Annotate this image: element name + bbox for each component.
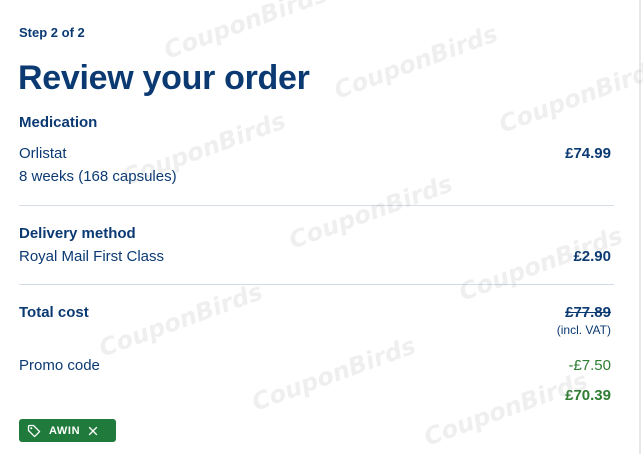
medication-heading: Medication [19, 114, 98, 131]
medication-price: £74.99 [565, 145, 611, 162]
divider [19, 205, 614, 206]
delivery-heading: Delivery method [19, 225, 136, 242]
watermark: CouponBirds [495, 53, 643, 139]
watermark: CouponBirds [285, 169, 457, 255]
step-indicator: Step 2 of 2 [19, 25, 85, 40]
original-total-price: £77.89 [565, 304, 611, 321]
delivery-method: Royal Mail First Class [19, 248, 165, 265]
close-icon[interactable] [88, 426, 98, 436]
vat-note: (incl. VAT) [556, 323, 611, 337]
watermark: CouponBirds [330, 19, 502, 105]
medication-detail: 8 weeks (168 capsules) [19, 168, 177, 185]
tag-icon [27, 424, 41, 438]
final-price: £70.39 [565, 387, 611, 404]
watermark: CouponBirds [95, 277, 267, 363]
page-title: Review your order [18, 59, 310, 97]
promo-discount: -£7.50 [568, 357, 611, 374]
delivery-price: £2.90 [573, 248, 611, 265]
promo-code-chip: AWIN [19, 419, 116, 442]
promo-code-label: Promo code [19, 357, 100, 374]
divider [19, 284, 614, 285]
watermark: CouponBirds [160, 0, 332, 65]
order-review-card: Step 2 of 2 Review your order Medication… [0, 0, 643, 454]
watermark: CouponBirds [420, 366, 592, 452]
promo-code-text: AWIN [49, 424, 81, 437]
medication-name: Orlistat [19, 145, 67, 162]
total-label: Total cost [19, 304, 89, 321]
watermark: CouponBirds [248, 331, 420, 417]
